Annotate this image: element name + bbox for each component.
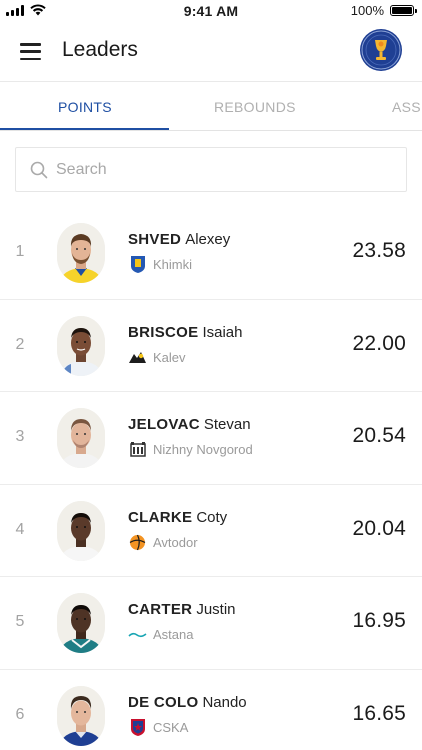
player-avatar	[57, 685, 105, 746]
player-name: BRISCOE Isaiah	[128, 324, 242, 341]
leader-row[interactable]: 2 BRISCOE Isaiah Kalev 22.00	[0, 300, 422, 392]
player-first-name: Justin	[196, 601, 236, 618]
stat-value: 16.95	[352, 609, 406, 632]
status-bar: 9:41 AM 100%	[0, 0, 422, 22]
team-info: Kalev	[128, 348, 186, 367]
active-tab-indicator	[0, 128, 169, 130]
stat-tabs: POINTS REBOUNDS ASSISTS	[0, 82, 422, 131]
leader-row[interactable]: 1 SHVED Alexey Khimki 23.58	[0, 207, 422, 300]
player-name: CLARKE Coty	[128, 509, 227, 526]
leader-row[interactable]: 6 DE COLO Nando CSKA 16.65	[0, 670, 422, 750]
page-title: Leaders	[62, 38, 138, 61]
player-surname: JELOVAC	[128, 416, 200, 433]
player-surname: SHVED	[128, 231, 182, 248]
search-icon	[30, 161, 48, 178]
player-name: DE COLO Nando	[128, 694, 247, 711]
rank: 2	[15, 335, 25, 353]
player-surname: BRISCOE	[128, 323, 199, 341]
nizhny-novgorod-logo-icon	[128, 440, 147, 459]
search-input[interactable]	[56, 160, 376, 179]
player-surname: DE COLO	[128, 693, 199, 711]
leader-row[interactable]: 4 CLARKE Coty Avtodor 20.04	[0, 485, 422, 577]
player-first-name: Isaiah	[202, 323, 243, 341]
leader-row[interactable]: 3 JELOVAC Stevan Nizhny Novgorod 20.54	[0, 392, 422, 485]
tab-assists[interactable]: ASSISTS	[392, 99, 422, 115]
menu-icon[interactable]	[20, 43, 41, 60]
stat-value: 16.65	[352, 701, 406, 725]
player-first-name: Coty	[196, 508, 228, 526]
team-name: Astana	[153, 627, 194, 642]
rank: 4	[15, 520, 25, 538]
khimki-logo-icon	[128, 255, 147, 274]
stat-value: 22.00	[352, 331, 406, 355]
team-info: Khimki	[128, 255, 192, 274]
battery-icon	[390, 5, 417, 16]
avtodor-logo-icon	[128, 533, 147, 552]
team-name: CSKA	[153, 719, 189, 735]
team-name: Kalev	[153, 349, 186, 365]
rank: 3	[15, 428, 25, 445]
league-logo-icon[interactable]	[360, 29, 402, 71]
status-right: 100%	[350, 3, 417, 18]
team-name: Avtodor	[153, 534, 198, 550]
player-avatar	[57, 408, 105, 468]
player-first-name: Stevan	[203, 416, 251, 433]
tab-points[interactable]: POINTS	[58, 99, 112, 115]
battery-level	[392, 7, 412, 14]
team-info: Astana	[128, 625, 193, 644]
team-name: Khimki	[153, 257, 193, 272]
rank: 6	[15, 705, 25, 723]
player-first-name: Nando	[202, 693, 247, 711]
leaders-list: 1 SHVED Alexey Khimki 23.58 2 BRISCOE Is…	[0, 207, 422, 750]
player-avatar	[57, 315, 105, 376]
app-header: Leaders	[0, 22, 422, 82]
cska-logo-icon	[128, 718, 147, 737]
player-name: JELOVAC Stevan	[128, 416, 251, 433]
stat-value: 23.58	[352, 239, 406, 262]
rank: 1	[15, 243, 25, 260]
stat-value: 20.04	[352, 516, 406, 540]
player-name: CARTER Justin	[128, 601, 236, 618]
astana-logo-icon	[128, 625, 147, 644]
player-first-name: Alexey	[185, 231, 231, 248]
player-surname: CLARKE	[128, 508, 193, 526]
team-info: Nizhny Novgorod	[128, 440, 253, 459]
battery-percent: 100%	[350, 3, 384, 18]
player-avatar	[57, 223, 105, 283]
player-name: SHVED Alexey	[128, 231, 230, 248]
stat-value: 20.54	[352, 424, 406, 447]
player-surname: CARTER	[128, 601, 193, 618]
team-info: CSKA	[128, 718, 188, 737]
team-info: Avtodor	[128, 533, 198, 552]
player-avatar	[57, 593, 105, 653]
rank: 5	[15, 613, 25, 630]
player-avatar	[57, 500, 105, 561]
team-name: Nizhny Novgorod	[153, 442, 253, 457]
leader-row[interactable]: 5 CARTER Justin Astana 16.95	[0, 577, 422, 670]
tab-rebounds[interactable]: REBOUNDS	[214, 99, 296, 115]
search-box[interactable]	[15, 147, 407, 192]
kalev-logo-icon	[128, 348, 147, 367]
